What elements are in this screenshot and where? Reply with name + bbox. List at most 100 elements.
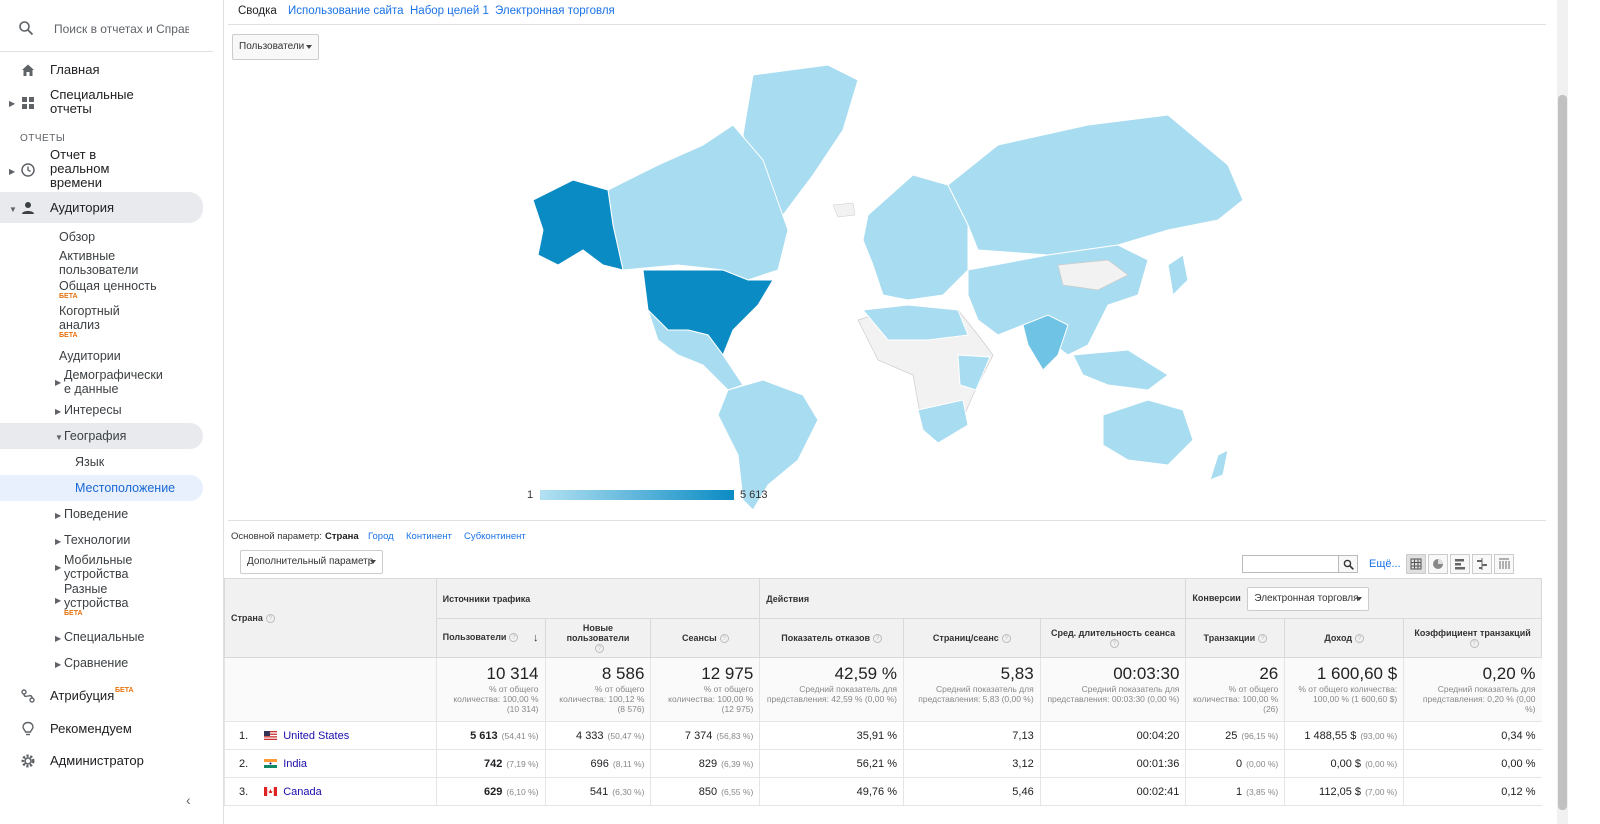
help-icon[interactable]: ? (1355, 634, 1365, 644)
help-icon[interactable]: ? (509, 633, 519, 643)
country-column-header[interactable]: Страна? (224, 577, 437, 659)
nav-lifetime-value[interactable]: Общая ценность БЕТА (59, 279, 157, 301)
total-revenue-value: 1 600,60 $ (1316, 664, 1398, 684)
table-search-input[interactable] (1242, 555, 1339, 573)
pivot-view-icon[interactable] (1494, 554, 1514, 574)
users-pct: (54,41 %) (501, 730, 539, 741)
table-search-button[interactable] (1338, 555, 1358, 573)
tab-goal-set[interactable]: Набор целей 1 (410, 5, 489, 17)
nav-benchmarking[interactable]: ▶ Сравнение (55, 656, 128, 670)
nav-mobile[interactable]: ▶ Мобильные устройства (55, 553, 144, 581)
nav-demographics[interactable]: ▶ Демографически е данные (55, 368, 166, 396)
total-revenue: 1 600,60 $% от общего количества: 100,00… (1284, 657, 1404, 723)
country-link[interactable]: India (283, 758, 307, 770)
nav-discover[interactable]: Рекомендуем (0, 721, 207, 739)
nav-active-users[interactable]: Активные пользователи (59, 249, 154, 277)
nav-technology[interactable]: ▶ Технологии (55, 533, 130, 547)
report-table: Страна? Источники трафика Действия Конве… (224, 577, 1542, 807)
table-view-icon[interactable] (1406, 554, 1426, 574)
revenue-value: 0,00 $ (1330, 757, 1362, 770)
users-pct: (6,10 %) (506, 786, 539, 797)
beta-badge: БЕТА (115, 687, 134, 694)
help-icon[interactable]: ? (1258, 634, 1268, 644)
sessions-column-header[interactable]: Сеансы? (650, 617, 761, 659)
revenue-column-header[interactable]: Доход? (1284, 617, 1405, 659)
collapse-sidebar-icon[interactable]: ‹ (186, 792, 191, 808)
metric-dropdown[interactable]: Пользователи (232, 34, 319, 60)
rate-cell: 0,12 % (1403, 777, 1542, 807)
sort-arrow-icon[interactable]: ↓ (533, 632, 539, 644)
chevron-right-icon: ▶ (55, 407, 62, 416)
secondary-dimension-dropdown[interactable]: Дополнительный параметр (240, 550, 383, 574)
dimension-city[interactable]: Город (368, 531, 394, 542)
nav-interests[interactable]: ▶ Интересы (55, 403, 122, 417)
sessions-pct: (6,55 %) (721, 786, 754, 797)
new-users-cell: 696 (8,11 %) (544, 749, 651, 779)
help-icon[interactable]: ? (1110, 639, 1120, 649)
primary-dimension-row: Основной параметр: Страна Город Континен… (228, 520, 1546, 548)
bounce-rate-column-header[interactable]: Показатель отказов? (759, 617, 904, 659)
comparison-view-icon[interactable] (1472, 554, 1492, 574)
secondary-dimension-label: Дополнительный параметр (247, 556, 374, 567)
conversion-rate-column-header[interactable]: Коэффициент транзакций? (1403, 617, 1542, 659)
help-icon[interactable]: ? (1469, 639, 1479, 649)
nav-behavior[interactable]: ▶ Поведение (55, 507, 128, 521)
new-users-column-header[interactable]: Новые пользователи? (544, 617, 652, 659)
help-icon[interactable]: ? (872, 634, 882, 644)
pie-view-icon[interactable] (1428, 554, 1448, 574)
nav-home[interactable]: Главная (0, 62, 207, 80)
duration-cell: 00:02:41 (1039, 777, 1186, 807)
scrollbar-thumb[interactable] (1558, 95, 1567, 810)
nav-attribution[interactable]: Атрибуция БЕТА (0, 687, 207, 706)
dimension-subcontinent[interactable]: Субконтинент (464, 531, 526, 542)
total-pages-value: 5,83 (1000, 664, 1034, 684)
chevron-right-icon: ▶ (55, 378, 62, 387)
search-bar[interactable]: Поиск в отчетах и Справке (0, 0, 213, 52)
revenue-cell: 1 488,55 $ (93,00 %) (1284, 721, 1404, 751)
tab-site-usage[interactable]: Использование сайта (288, 5, 403, 17)
chevron-down-icon: ▼ (9, 205, 17, 214)
rate-cell: 0,34 % (1403, 721, 1542, 751)
total-rate: 0,20 % Средний показатель для представлен… (1403, 657, 1542, 723)
nav-realtime[interactable]: ▶ Отчет в реальном времени (0, 148, 207, 190)
nav-language[interactable]: Язык (75, 455, 104, 469)
tab-ecommerce[interactable]: Электронная торговля (495, 5, 615, 17)
tab-summary[interactable]: Сводка (238, 5, 277, 17)
country-link[interactable]: Canada (283, 786, 322, 798)
help-icon[interactable]: ? (719, 634, 729, 644)
total-bounce-value: 42,59 % (834, 664, 897, 684)
nav-cohort[interactable]: Когортный анализ БЕТА (59, 304, 139, 340)
person-icon (22, 202, 34, 214)
help-icon[interactable]: ? (1001, 634, 1011, 644)
revenue-pct: (0,00 %) (1365, 758, 1398, 769)
total-users: 10 314% от общего количества: 100,00 % (… (435, 657, 546, 723)
attribution-icon (21, 689, 35, 703)
help-icon[interactable]: ? (594, 644, 604, 654)
search-input[interactable]: Поиск в отчетах и Справке (54, 22, 189, 36)
bar-view-icon[interactable] (1450, 554, 1470, 574)
nav-cross-device[interactable]: ▶ Разные устройства БЕТА (55, 582, 144, 618)
nav-audience[interactable]: ▼ Аудитория (0, 192, 203, 223)
pages-per-session-column-header[interactable]: Страниц/сеанс? (902, 617, 1041, 659)
users-column-header[interactable]: Пользователи? ↓ (435, 617, 546, 659)
avg-duration-column-header[interactable]: Сред. длительность сеанса? (1039, 617, 1187, 659)
more-link[interactable]: Ещё... (1369, 558, 1401, 570)
nav-geo[interactable]: ▼ География (55, 429, 126, 443)
nav-location[interactable]: Местоположение (75, 481, 175, 495)
total-new-users-sub: % от общего количества: 100,12 % (8 576) (559, 684, 645, 715)
country-link[interactable]: United States (283, 730, 349, 742)
sessions-header-label: Сеансы (682, 633, 717, 643)
nav-audiences[interactable]: Аудитории (59, 349, 121, 363)
nav-custom-reports[interactable]: ▶ Специальные отчеты (0, 88, 207, 118)
caret-down-icon (306, 45, 312, 49)
dimension-continent[interactable]: Континент (406, 531, 452, 542)
help-icon[interactable]: ? (265, 614, 275, 624)
dimension-country[interactable]: Страна (325, 531, 359, 542)
transactions-column-header[interactable]: Транзакции? (1185, 617, 1286, 659)
nav-overview[interactable]: Обзор (59, 230, 95, 244)
nav-custom[interactable]: ▶ Специальные (55, 630, 145, 644)
conversion-type-dropdown[interactable]: Электронная торговля (1247, 586, 1370, 611)
sessions-cell: 829 (6,39 %) (650, 749, 760, 779)
lightbulb-icon (22, 721, 34, 736)
nav-admin[interactable]: Администратор (0, 753, 207, 771)
